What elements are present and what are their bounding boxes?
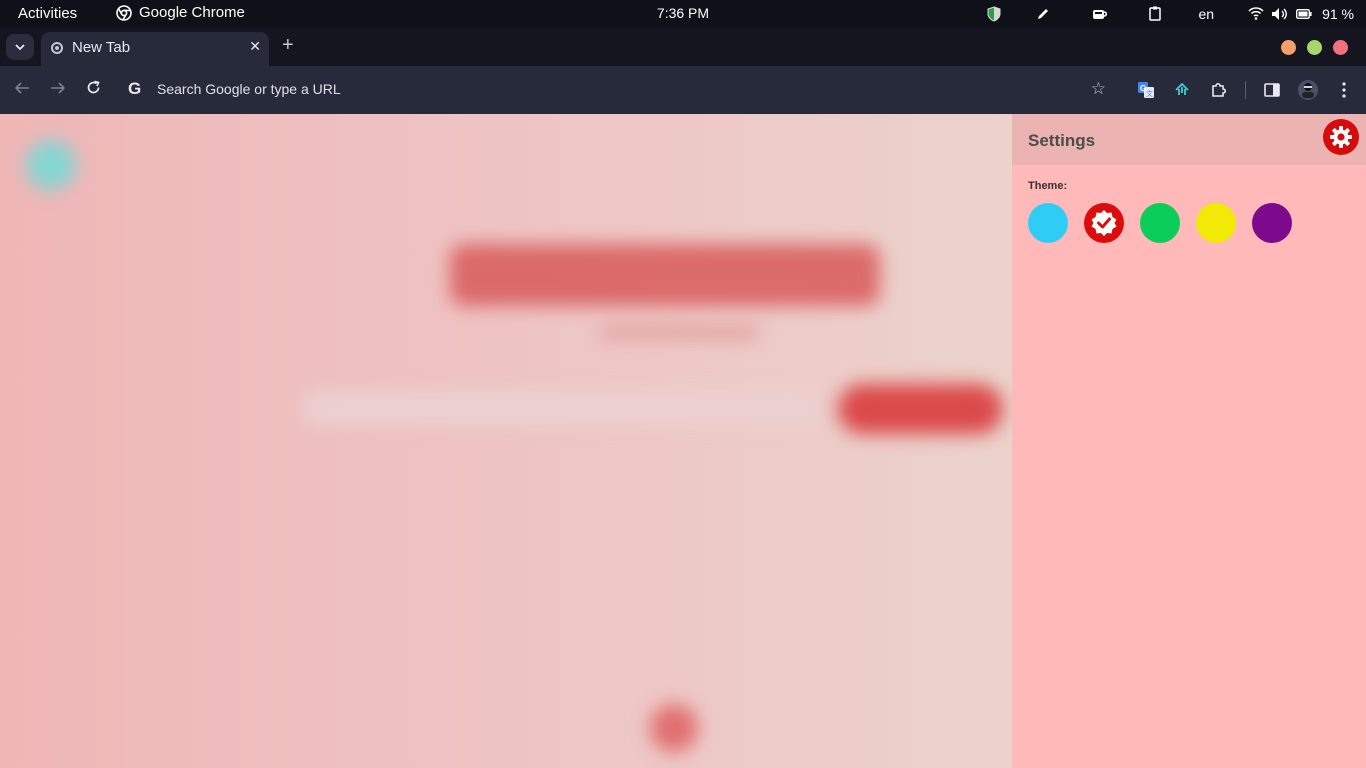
forward-button[interactable] [50, 80, 66, 99]
maximize-button[interactable] [1307, 40, 1322, 55]
coffee-icon[interactable] [1088, 4, 1112, 23]
verified-check-icon [1091, 210, 1117, 236]
blurred-tagline [600, 326, 760, 338]
tab-search-button[interactable] [6, 34, 34, 60]
chevron-down-icon [15, 43, 25, 50]
blurred-logo [450, 244, 880, 306]
close-tab-icon[interactable]: ✕ [249, 39, 261, 55]
extension-arrow-icon[interactable] [1171, 79, 1193, 101]
side-panel-icon[interactable] [1261, 79, 1283, 101]
language-indicator[interactable]: en [1199, 6, 1215, 22]
tab-new-tab[interactable]: New Tab ✕ [41, 32, 269, 66]
theme-swatch-red[interactable] [1084, 203, 1124, 243]
blurred-bottom-circle [650, 704, 698, 752]
minimize-button[interactable] [1281, 40, 1296, 55]
tab-title: New Tab [72, 39, 131, 56]
gear-icon [1330, 126, 1352, 148]
browser-toolbar: G Search Google or type a URL ☆ G文 [0, 66, 1366, 114]
settings-panel: Settings Theme: [1012, 114, 1366, 768]
new-tab-favicon-icon [51, 42, 63, 54]
battery-percentage: 91 % [1322, 5, 1354, 22]
battery-icon[interactable] [1292, 4, 1316, 23]
app-name: Google Chrome [139, 4, 245, 21]
theme-swatch-cyan[interactable] [1028, 203, 1068, 243]
reload-button[interactable] [86, 80, 101, 99]
extensions-puzzle-icon[interactable] [1207, 79, 1229, 101]
app-menu[interactable]: Google Chrome [116, 4, 245, 21]
theme-swatches [1028, 203, 1292, 243]
back-button[interactable] [14, 80, 30, 99]
volume-icon[interactable] [1268, 4, 1292, 23]
blurred-search-box [300, 390, 820, 426]
google-g-icon: G [128, 79, 142, 98]
settings-gear-button[interactable] [1323, 119, 1359, 155]
settings-header: Settings [1012, 114, 1366, 165]
system-top-bar: Activities Google Chrome 7:36 PM en 91 % [0, 0, 1366, 27]
theme-label: Theme: [1028, 180, 1068, 192]
omnibox-placeholder: Search Google or type a URL [157, 81, 341, 97]
forward-arrow-icon [51, 82, 66, 94]
google-translate-extension-icon[interactable]: G文 [1135, 79, 1157, 101]
wifi-icon[interactable] [1244, 4, 1268, 23]
chrome-icon [116, 4, 132, 21]
back-arrow-icon [14, 82, 29, 94]
settings-title: Settings [1028, 131, 1096, 150]
svg-text:文: 文 [1146, 89, 1153, 98]
pen-icon[interactable] [1031, 4, 1055, 23]
theme-swatch-green[interactable] [1140, 203, 1180, 243]
chrome-menu-icon[interactable] [1333, 79, 1355, 101]
theme-swatch-yellow[interactable] [1196, 203, 1236, 243]
toolbar-divider [1245, 81, 1246, 99]
activities-button[interactable]: Activities [18, 5, 77, 22]
shield-icon[interactable] [982, 4, 1006, 23]
omnibox[interactable]: G Search Google or type a URL ☆ [114, 72, 1120, 108]
clipboard-icon[interactable] [1143, 4, 1167, 23]
reload-icon [87, 80, 100, 94]
tab-strip: New Tab ✕ + [0, 27, 1366, 66]
blurred-search-button [838, 384, 1003, 434]
blurred-new-tab-page [0, 114, 1012, 768]
blurred-cyan-circle [26, 140, 76, 190]
bookmark-star-icon[interactable]: ☆ [1091, 79, 1106, 99]
new-tab-button[interactable]: + [282, 34, 294, 57]
close-window-button[interactable] [1333, 40, 1348, 55]
system-tray[interactable]: en 91 % [982, 4, 1354, 23]
profile-avatar[interactable] [1297, 79, 1319, 101]
theme-swatch-purple[interactable] [1252, 203, 1292, 243]
